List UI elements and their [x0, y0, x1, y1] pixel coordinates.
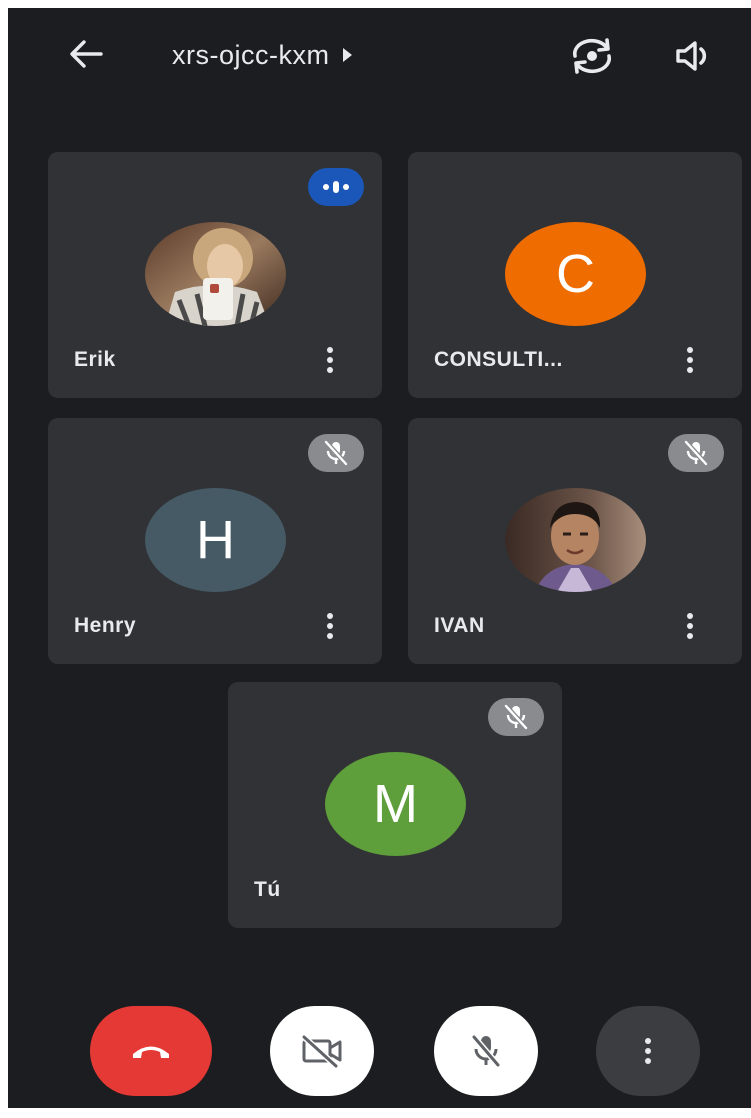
more-options-button[interactable] [596, 1006, 700, 1096]
more-vertical-icon[interactable] [316, 606, 344, 646]
participant-tile-consulti[interactable]: C CONSULTI... [408, 152, 742, 398]
more-vertical-icon[interactable] [676, 340, 704, 380]
avatar-photo-ivan [505, 488, 646, 592]
phone-hangup-icon [133, 1046, 169, 1058]
more-vertical-icon [634, 1031, 662, 1071]
speaker-icon [676, 41, 707, 71]
mic-off-icon [308, 434, 364, 472]
participant-name: IVAN [434, 614, 485, 637]
participant-tile-erik[interactable]: Erik [48, 152, 382, 398]
meeting-code-button[interactable]: xrs-ojcc-kxm [172, 36, 353, 74]
caret-right-icon [343, 48, 353, 62]
avatar-initial-m: M [325, 752, 466, 856]
avatar-initial-c: C [505, 222, 646, 326]
meet-call-screen: xrs-ojcc-kxm Erik C CONSULTI... H Henry … [8, 8, 751, 1108]
mic-off-icon [471, 1035, 501, 1067]
participant-tile-self[interactable]: M Tú [228, 682, 562, 928]
camera-flip-icon [572, 38, 612, 74]
more-vertical-icon[interactable] [676, 606, 704, 646]
mic-toggle-button[interactable] [434, 1006, 538, 1096]
speaking-indicator-icon [308, 168, 364, 206]
participant-name: Tú [254, 878, 281, 901]
video-off-icon [301, 1034, 342, 1068]
participant-name: Henry [74, 614, 137, 637]
avatar-photo-erik [145, 222, 286, 326]
camera-toggle-button[interactable] [270, 1006, 374, 1096]
back-button[interactable] [64, 32, 108, 76]
mic-off-icon [668, 434, 724, 472]
mic-off-icon [488, 698, 544, 736]
speaker-button[interactable] [670, 32, 718, 80]
switch-camera-button[interactable] [568, 32, 616, 80]
top-bar: xrs-ojcc-kxm [8, 8, 751, 108]
avatar-initial-h: H [145, 488, 286, 592]
end-call-button[interactable] [90, 1006, 212, 1096]
meeting-code: xrs-ojcc-kxm [172, 39, 330, 70]
participant-tile-ivan[interactable]: IVAN [408, 418, 742, 664]
arrow-left-icon [70, 40, 103, 68]
more-vertical-icon[interactable] [316, 340, 344, 380]
participant-name: CONSULTI... [434, 348, 563, 371]
participant-tile-henry[interactable]: H Henry [48, 418, 382, 664]
participant-name: Erik [74, 348, 116, 371]
